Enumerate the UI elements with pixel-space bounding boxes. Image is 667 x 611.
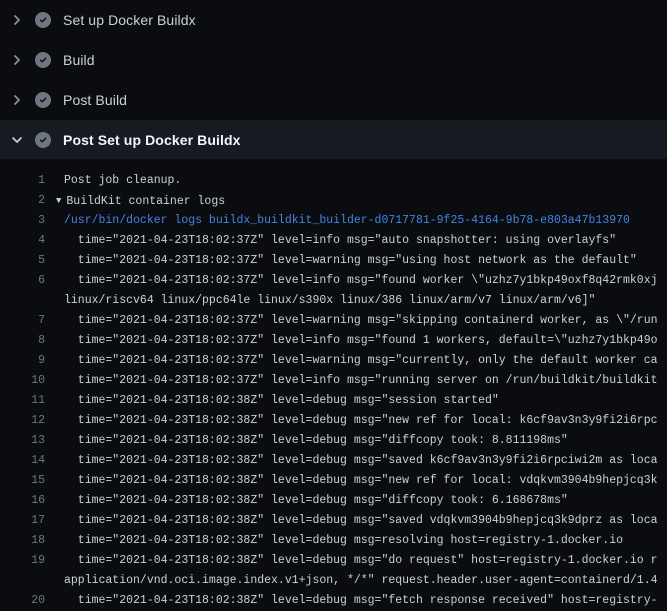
log-line: 19 time="2021-04-23T18:02:38Z" level=deb… — [0, 551, 667, 571]
line-number[interactable]: 15 — [0, 471, 45, 491]
log-section-header-build[interactable]: Build — [0, 40, 667, 80]
line-number[interactable]: 4 — [0, 231, 45, 251]
line-number[interactable]: 12 — [0, 411, 45, 431]
log-text: time="2021-04-23T18:02:38Z" level=debug … — [64, 471, 667, 491]
section-title: Build — [63, 52, 95, 68]
check-circle-icon — [35, 12, 51, 28]
check-circle-icon — [35, 52, 51, 68]
log-text: time="2021-04-23T18:02:38Z" level=debug … — [64, 551, 667, 571]
chevron-down-icon — [9, 132, 25, 148]
log-line: 6 time="2021-04-23T18:02:37Z" level=info… — [0, 271, 667, 291]
line-number[interactable]: 16 — [0, 491, 45, 511]
log-section-header-post-setup-docker-buildx[interactable]: Post Set up Docker Buildx — [0, 120, 667, 159]
log-line: application/vnd.oci.image.index.v1+json,… — [0, 571, 667, 591]
log-text: time="2021-04-23T18:02:38Z" level=debug … — [64, 531, 667, 551]
log-line: 10 time="2021-04-23T18:02:37Z" level=inf… — [0, 371, 667, 391]
line-number[interactable]: 17 — [0, 511, 45, 531]
group-toggle-caret-icon[interactable]: ▼ — [56, 191, 61, 211]
log-line: 20 time="2021-04-23T18:02:38Z" level=deb… — [0, 591, 667, 611]
log-text: time="2021-04-23T18:02:37Z" level=info m… — [64, 271, 667, 291]
log-line: 8 time="2021-04-23T18:02:37Z" level=info… — [0, 331, 667, 351]
line-number[interactable]: 5 — [0, 251, 45, 271]
log-line: 12 time="2021-04-23T18:02:38Z" level=deb… — [0, 411, 667, 431]
section-title: Set up Docker Buildx — [63, 12, 196, 28]
line-number — [0, 291, 45, 311]
log-line: 14 time="2021-04-23T18:02:38Z" level=deb… — [0, 451, 667, 471]
line-number[interactable]: 13 — [0, 431, 45, 451]
log-line: 1 Post job cleanup. — [0, 171, 667, 191]
log-text: time="2021-04-23T18:02:38Z" level=debug … — [64, 451, 667, 471]
line-number[interactable]: 14 — [0, 451, 45, 471]
log-line: 11 time="2021-04-23T18:02:38Z" level=deb… — [0, 391, 667, 411]
log-section-list: Set up Docker Buildx Build Post Build Po… — [0, 0, 667, 159]
log-line: 15 time="2021-04-23T18:02:38Z" level=deb… — [0, 471, 667, 491]
log-line: 17 time="2021-04-23T18:02:38Z" level=deb… — [0, 511, 667, 531]
check-circle-icon — [35, 92, 51, 108]
line-number[interactable]: 9 — [0, 351, 45, 371]
log-text: time="2021-04-23T18:02:38Z" level=debug … — [64, 411, 667, 431]
log-text: time="2021-04-23T18:02:38Z" level=debug … — [64, 511, 667, 531]
line-number[interactable]: 8 — [0, 331, 45, 351]
log-group-header: ▼ BuildKit container logs — [56, 191, 667, 211]
line-number[interactable]: 10 — [0, 371, 45, 391]
log-text: linux/riscv64 linux/ppc64le linux/s390x … — [64, 291, 667, 311]
line-number[interactable]: 3 — [0, 211, 45, 231]
log-section-header-setup-docker-buildx[interactable]: Set up Docker Buildx — [0, 0, 667, 40]
chevron-right-icon — [9, 92, 25, 108]
line-number[interactable]: 1 — [0, 171, 45, 191]
log-line: 18 time="2021-04-23T18:02:38Z" level=deb… — [0, 531, 667, 551]
line-number[interactable]: 11 — [0, 391, 45, 411]
line-number[interactable]: 19 — [0, 551, 45, 571]
log-line: 7 time="2021-04-23T18:02:37Z" level=warn… — [0, 311, 667, 331]
log-text: time="2021-04-23T18:02:38Z" level=debug … — [64, 591, 667, 611]
log-text: time="2021-04-23T18:02:37Z" level=warnin… — [64, 251, 667, 271]
chevron-right-icon — [9, 52, 25, 68]
line-number[interactable]: 7 — [0, 311, 45, 331]
log-output-container: 1 Post job cleanup. 2 ▼ BuildKit container l… — [0, 159, 667, 611]
log-line: 5 time="2021-04-23T18:02:37Z" level=warn… — [0, 251, 667, 271]
log-line: 13 time="2021-04-23T18:02:38Z" level=deb… — [0, 431, 667, 451]
line-number[interactable]: 6 — [0, 271, 45, 291]
log-text: time="2021-04-23T18:02:37Z" level=info m… — [64, 231, 667, 251]
log-text: time="2021-04-23T18:02:38Z" level=debug … — [64, 431, 667, 451]
section-title: Post Build — [63, 92, 127, 108]
line-number[interactable]: 20 — [0, 591, 45, 611]
log-text: time="2021-04-23T18:02:37Z" level=info m… — [64, 371, 667, 391]
log-text: time="2021-04-23T18:02:37Z" level=warnin… — [64, 311, 667, 331]
log-line: 2 ▼ BuildKit container logs — [0, 191, 667, 211]
log-line: 4 time="2021-04-23T18:02:37Z" level=info… — [0, 231, 667, 251]
line-number[interactable]: 2 — [0, 191, 45, 211]
log-group-title: BuildKit container logs — [66, 195, 225, 208]
log-text: time="2021-04-23T18:02:38Z" level=debug … — [64, 491, 667, 511]
line-number[interactable]: 18 — [0, 531, 45, 551]
log-line: 3/usr/bin/docker logs buildx_buildkit_bu… — [0, 211, 667, 231]
log-line: 9 time="2021-04-23T18:02:37Z" level=warn… — [0, 351, 667, 371]
line-number — [0, 571, 45, 591]
log-line: linux/riscv64 linux/ppc64le linux/s390x … — [0, 291, 667, 311]
section-title: Post Set up Docker Buildx — [63, 132, 241, 148]
check-circle-icon — [35, 132, 51, 148]
log-text: time="2021-04-23T18:02:38Z" level=debug … — [64, 391, 667, 411]
log-text: application/vnd.oci.image.index.v1+json,… — [64, 571, 667, 591]
chevron-right-icon — [9, 12, 25, 28]
log-command-text: /usr/bin/docker logs buildx_buildkit_bui… — [64, 211, 667, 231]
log-section-header-post-build[interactable]: Post Build — [0, 80, 667, 120]
log-text: time="2021-04-23T18:02:37Z" level=warnin… — [64, 351, 667, 371]
log-line: 16 time="2021-04-23T18:02:38Z" level=deb… — [0, 491, 667, 511]
log-text: Post job cleanup. — [64, 171, 667, 191]
log-text: time="2021-04-23T18:02:37Z" level=info m… — [64, 331, 667, 351]
